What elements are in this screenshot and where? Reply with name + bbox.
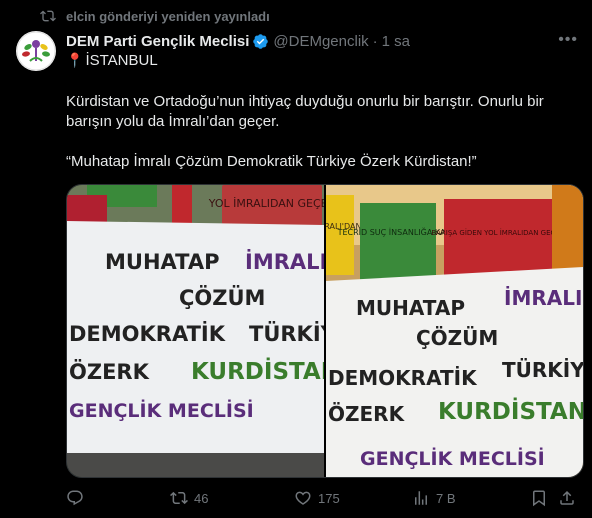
banner-left-line3b: TÜRKİYE <box>249 321 324 346</box>
views-button[interactable]: 7 B <box>412 489 530 507</box>
tweet-text: Kürdistan ve Ortadoğu’nun ihtiyaç duyduğ… <box>66 92 578 172</box>
bookmark-icon <box>533 490 545 507</box>
banner-right-line1a: MUHATAP <box>356 296 465 320</box>
views-icon <box>415 491 427 505</box>
author-handle[interactable]: @DEMgenclik <box>273 33 368 50</box>
banner-right-line4a: ÖZERK <box>328 402 406 426</box>
repost-text: elcin gönderiyi yeniden yayınladı <box>66 8 270 24</box>
banner-left-line3a: DEMOKRATİK <box>69 321 226 346</box>
banner-right-line3b: TÜRKİYE <box>502 358 583 382</box>
banner-left-line5: GENÇLİK MECLİSİ <box>69 398 254 422</box>
banner-right-line4b: KURDİSTAN <box>438 397 583 425</box>
repost-indicator[interactable]: elcin gönderiyi yeniden yayınladı <box>40 6 270 26</box>
bookmark-button[interactable] <box>530 489 558 507</box>
pin-icon: 📍 <box>66 52 84 68</box>
banner-left-line4b: KURDİSTAN <box>191 357 324 385</box>
author-name[interactable]: DEM Parti Gençlik Meclisi <box>66 33 249 50</box>
separator: · <box>372 32 378 50</box>
photo-right[interactable]: BARIŞ İMRALI'DAN GEÇER TECRİD SUÇ İNSANL… <box>326 185 583 477</box>
action-bar: 46 175 7 B <box>66 486 582 510</box>
banner-right-line1b: İMRALI <box>504 286 582 310</box>
banner-right-line3a: DEMOKRATİK <box>328 366 478 390</box>
views-count: 7 B <box>436 490 456 506</box>
repost-action-icon <box>170 491 188 505</box>
like-icon <box>295 491 311 505</box>
sign-right-red-text: BARIŞA GİDEN YOL İMRALIDAN GEÇER <box>431 228 565 237</box>
banner-left-line1b: İMRALI <box>245 249 324 274</box>
dem-logo-icon <box>16 31 56 71</box>
banner-right-line2: ÇÖZÜM <box>416 326 498 350</box>
share-icon <box>560 490 574 505</box>
photo-left[interactable]: YOL İMRALIDAN GEÇER MUHATAP İMRALI ÇÖZÜM… <box>67 185 324 477</box>
more-icon[interactable]: ••• <box>558 31 578 49</box>
sign-left-top-text: YOL İMRALIDAN GEÇER <box>208 197 324 210</box>
location-text: İSTANBUL <box>85 52 158 69</box>
timestamp[interactable]: 1 sa <box>382 33 410 50</box>
tweet-paragraph-1: Kürdistan ve Ortadoğu’nun ihtiyaç duyduğ… <box>66 93 544 130</box>
location-line: 📍 İSTANBUL <box>66 52 158 69</box>
reply-button[interactable] <box>66 489 170 507</box>
tweet-header: DEM Parti Gençlik Meclisi @DEMgenclik · … <box>66 31 578 51</box>
repost-icon <box>40 10 56 22</box>
reply-icon <box>67 490 83 506</box>
avatar[interactable] <box>16 31 56 71</box>
tweet-media[interactable]: YOL İMRALIDAN GEÇER MUHATAP İMRALI ÇÖZÜM… <box>66 184 584 478</box>
share-button[interactable] <box>558 489 578 507</box>
banner-right-line5: GENÇLİK MECLİSİ <box>360 446 545 470</box>
banner-left-line1a: MUHATAP <box>105 250 220 274</box>
verified-icon <box>253 33 269 49</box>
tweet-paragraph-2: “Muhatap İmralı Çözüm Demokratik Türkiye… <box>66 153 477 170</box>
banner-left-line4a: ÖZERK <box>69 359 150 384</box>
like-count: 175 <box>318 490 340 506</box>
banner-left-line2: ÇÖZÜM <box>179 285 265 310</box>
like-button[interactable]: 175 <box>294 489 412 507</box>
repost-count: 46 <box>194 490 209 506</box>
repost-button[interactable]: 46 <box>170 489 294 507</box>
